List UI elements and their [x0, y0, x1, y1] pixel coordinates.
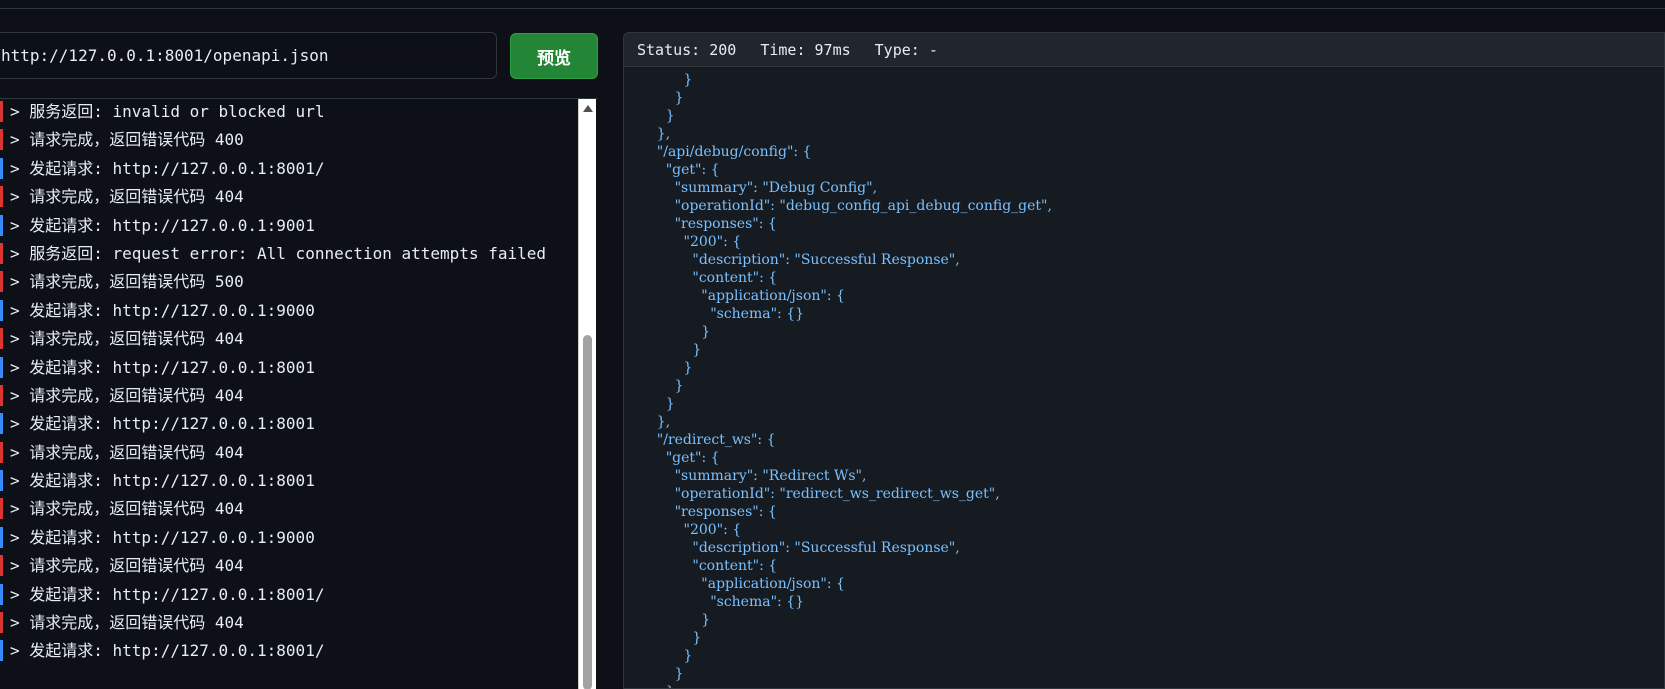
log-marker [0, 441, 3, 463]
log-marker [0, 526, 3, 548]
log-entry-error: > 请求完成，返回错误代码 400 [0, 129, 578, 151]
log-entry-error: > 服务返回: invalid or blocked url [0, 101, 578, 122]
url-input[interactable] [0, 32, 497, 79]
log-marker [0, 214, 3, 236]
log-entry-error: > 请求完成，返回错误代码 404 [0, 555, 578, 577]
log-text: > 请求完成，返回错误代码 404 [10, 329, 244, 349]
log-text: > 发起请求: http://127.0.0.1:8001 [10, 357, 315, 377]
response-status-bar: Status: 200 Time: 97ms Type: - [624, 33, 1664, 67]
scroll-up-arrow-icon[interactable] [579, 101, 597, 115]
log-text: > 发起请求: http://127.0.0.1:8001/ [10, 584, 325, 604]
log-text: > 请求完成，返回错误代码 404 [10, 385, 244, 405]
log-text: > 发起请求: http://127.0.0.1:8001 [10, 414, 315, 434]
log-text: > 服务返回: invalid or blocked url [10, 102, 325, 121]
log-entry-error: > 请求完成，返回错误代码 404 [0, 612, 578, 634]
log-entry-request: > 发起请求: http://127.0.0.1:8001/ [0, 157, 578, 179]
log-marker [0, 101, 3, 122]
status-code: Status: 200 [637, 40, 737, 59]
log-text: > 发起请求: http://127.0.0.1:9000 [10, 300, 315, 320]
log-entry-request: > 发起请求: http://127.0.0.1:8001/ [0, 583, 578, 605]
log-text: > 请求完成，返回错误代码 404 [10, 613, 244, 633]
response-panel: Status: 200 Time: 97ms Type: - } } } }, … [623, 32, 1665, 689]
log-entry-request: > 发起请求: http://127.0.0.1:9000 [0, 299, 578, 321]
log-marker [0, 384, 3, 406]
log-marker [0, 328, 3, 350]
log-text: > 请求完成，返回错误代码 404 [10, 187, 244, 207]
log-text: > 请求完成，返回错误代码 404 [10, 442, 244, 462]
log-text: > 请求完成，返回错误代码 404 [10, 556, 244, 576]
log-entry-request: > 发起请求: http://127.0.0.1:9000 [0, 526, 578, 548]
log-marker [0, 555, 3, 577]
log-entry-error: > 请求完成，返回错误代码 404 [0, 441, 578, 463]
log-entry-error: > 请求完成，返回错误代码 404 [0, 384, 578, 406]
log-entry-error: > 请求完成，返回错误代码 404 [0, 186, 578, 208]
json-body: } } } }, "/api/debug/config": { "get": {… [656, 72, 1052, 688]
response-time: Time: 97ms [760, 40, 851, 59]
top-bar [0, 0, 1665, 9]
log-entry-error: > 服务返回: request error: All connection at… [0, 242, 578, 264]
log-entry-request: > 发起请求: http://127.0.0.1:8001 [0, 413, 578, 435]
log-entry-request: > 发起请求: http://127.0.0.1:8001 [0, 356, 578, 378]
log-marker [0, 356, 3, 378]
log-entry-request: > 发起请求: http://127.0.0.1:9001 [0, 214, 578, 236]
response-type: Type: - [874, 40, 938, 59]
log-text: > 请求完成，返回错误代码 400 [10, 130, 244, 150]
log-entry-error: > 请求完成，返回错误代码 500 [0, 271, 578, 293]
log-marker [0, 413, 3, 435]
log-marker [0, 612, 3, 634]
scroll-thumb[interactable] [583, 335, 592, 689]
preview-button[interactable]: 预览 [510, 33, 598, 79]
json-viewer[interactable]: } } } }, "/api/debug/config": { "get": {… [624, 67, 1664, 688]
log-entry-error: > 请求完成，返回错误代码 404 [0, 498, 578, 520]
log-entry-request: > 发起请求: http://127.0.0.1:8001 [0, 470, 578, 492]
log-text: > 发起请求: http://127.0.0.1:9000 [10, 527, 315, 547]
log-marker [0, 299, 3, 321]
request-log-panel: > 服务返回: invalid or blocked url > 请求完成，返回错… [0, 98, 598, 689]
log-marker [0, 186, 3, 208]
log-marker [0, 470, 3, 492]
log-entry-error: > 请求完成，返回错误代码 404 [0, 328, 578, 350]
log-text: > 发起请求: http://127.0.0.1:8001 [10, 471, 315, 491]
request-log-list: > 服务返回: invalid or blocked url > 请求完成，返回错… [0, 101, 578, 669]
log-text: > 发起请求: http://127.0.0.1:8001/ [10, 158, 325, 178]
log-marker [0, 271, 3, 293]
log-marker [0, 583, 3, 605]
log-text: > 请求完成，返回错误代码 404 [10, 499, 244, 519]
log-marker [0, 242, 3, 264]
log-marker [0, 157, 3, 179]
log-text: > 发起请求: http://127.0.0.1:9001 [10, 215, 315, 235]
log-text: > 发起请求: http://127.0.0.1:8001/ [10, 641, 325, 661]
log-entry-request: > 发起请求: http://127.0.0.1:8001/ [0, 640, 578, 662]
log-text: > 请求完成，返回错误代码 500 [10, 272, 244, 292]
log-marker [0, 498, 3, 520]
log-marker [0, 129, 3, 151]
log-scrollbar[interactable] [578, 99, 596, 689]
log-marker [0, 640, 3, 662]
log-text: > 服务返回: request error: All connection at… [10, 243, 547, 263]
